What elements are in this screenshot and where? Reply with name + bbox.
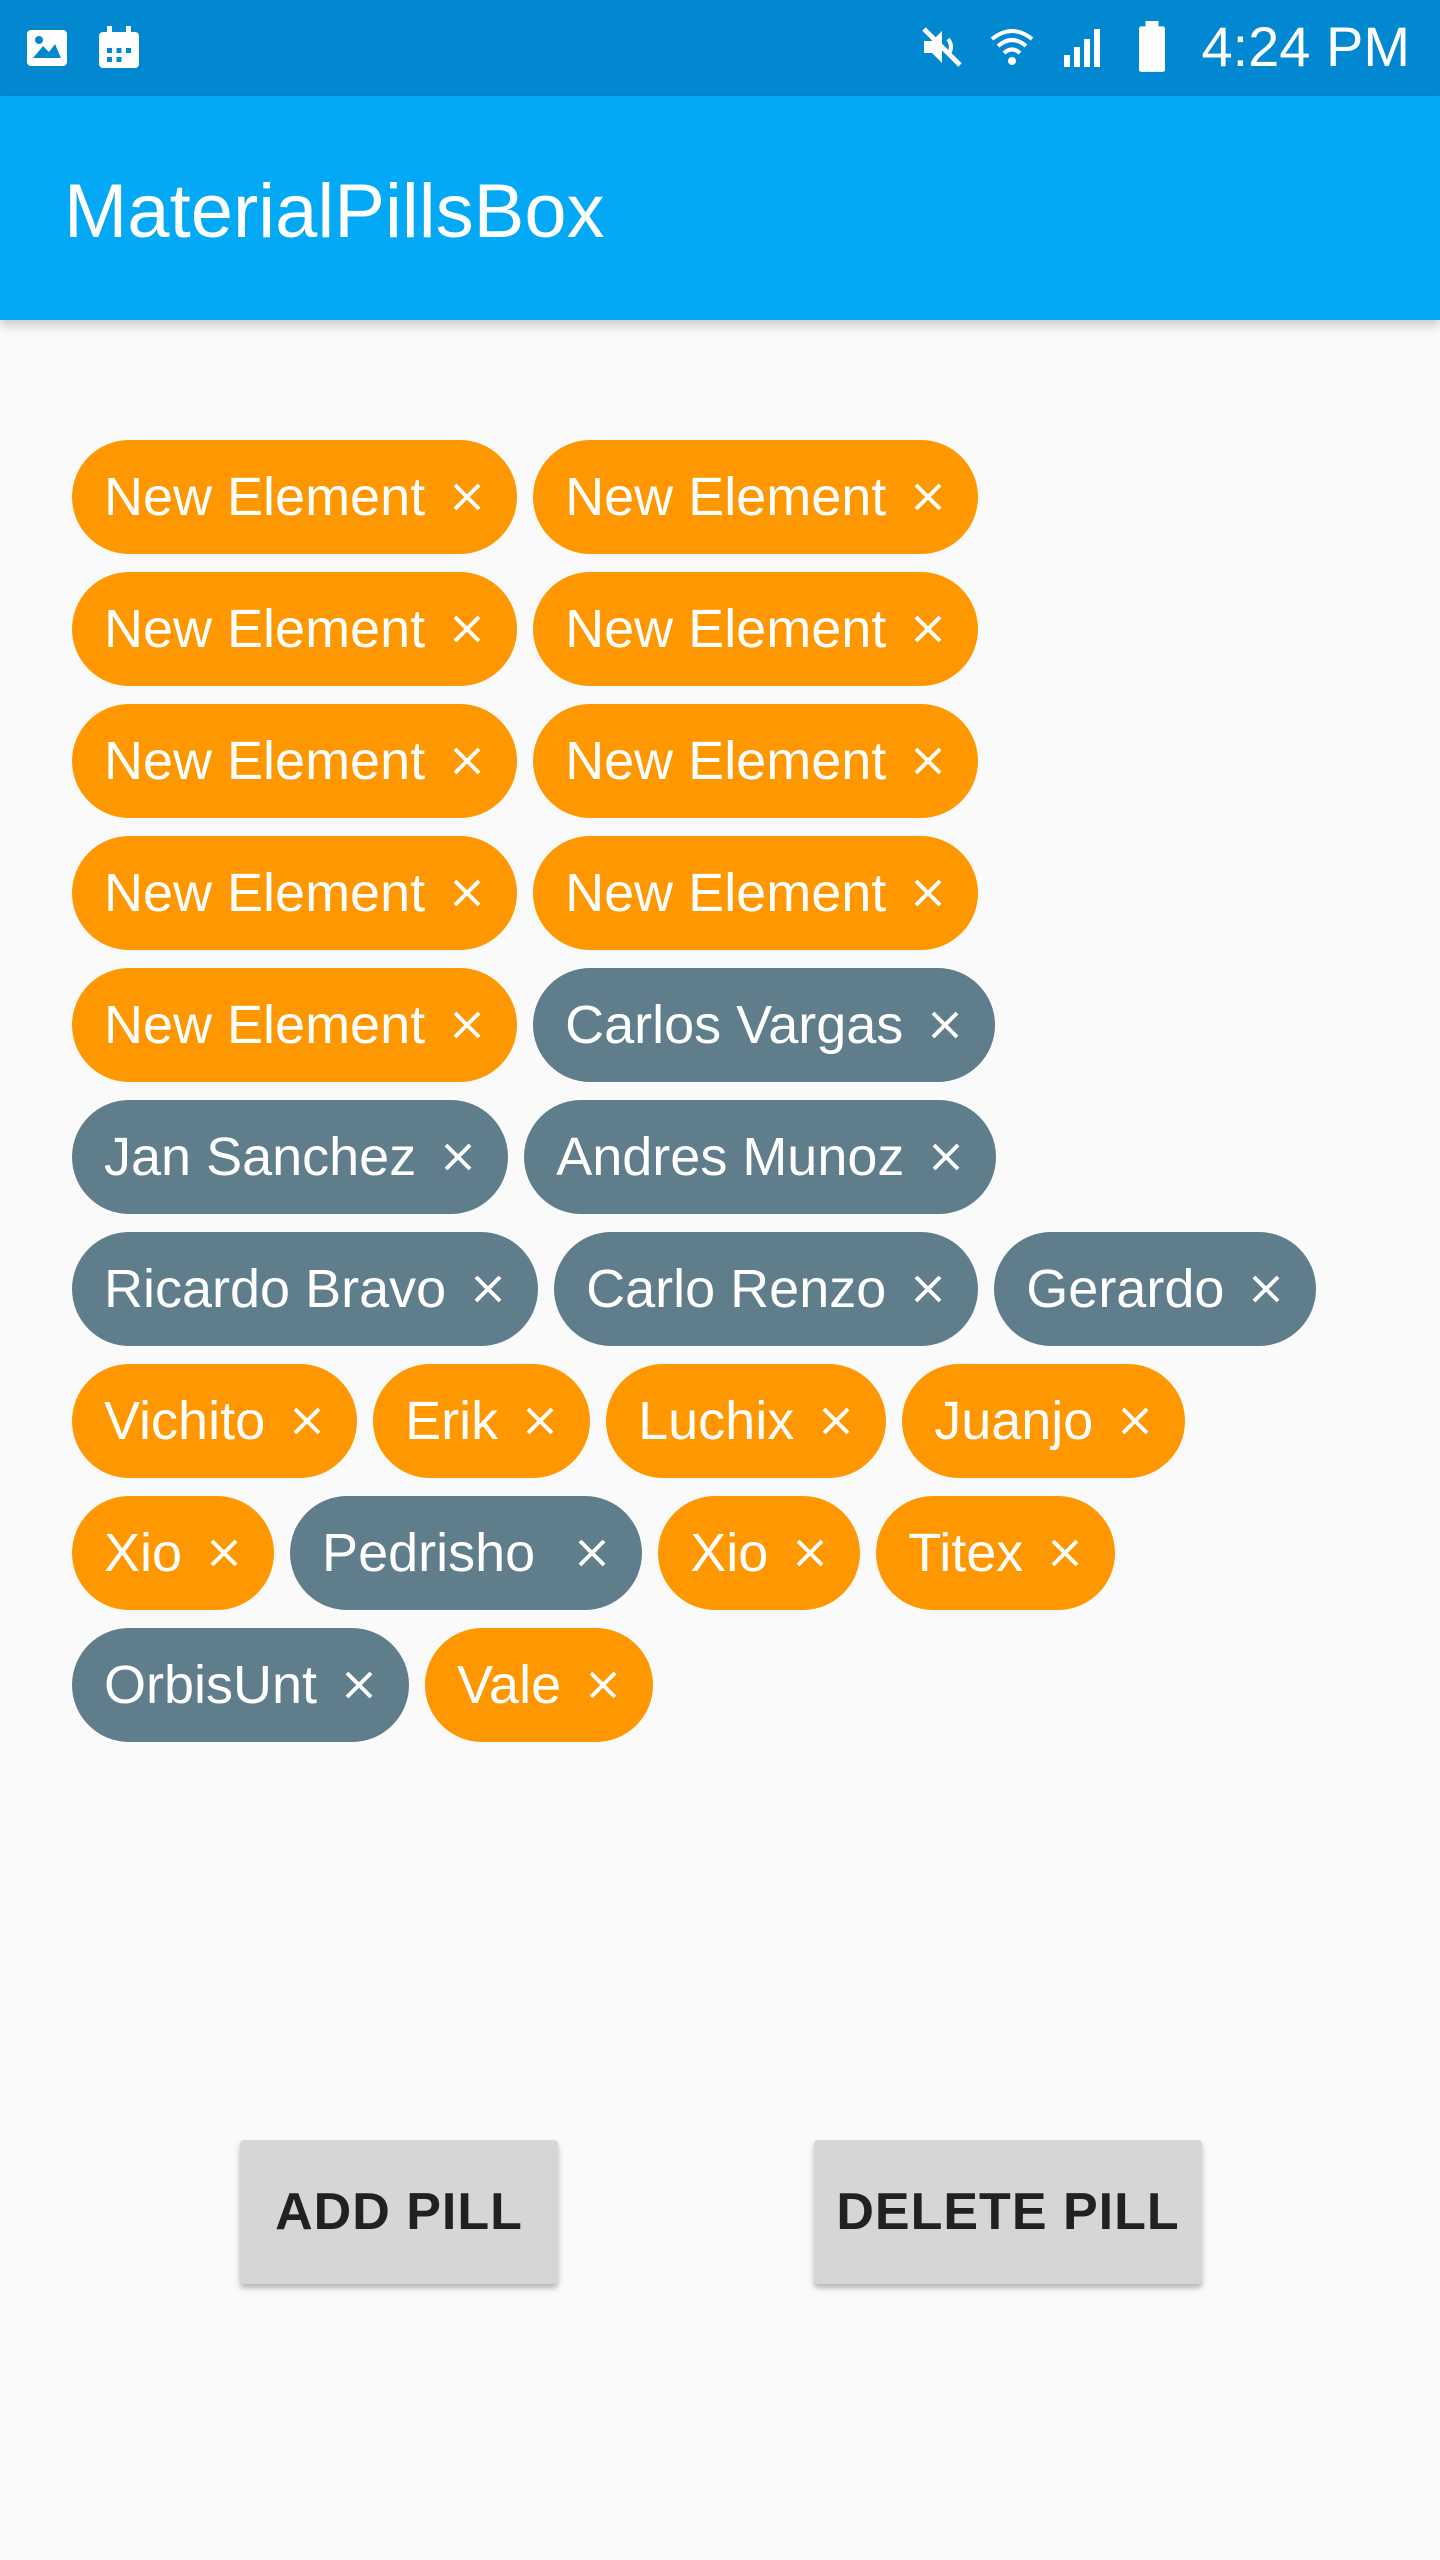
close-icon[interactable] — [449, 611, 485, 647]
screen: 4:24 PM MaterialPillsBox New Element New … — [0, 0, 1440, 2560]
close-icon[interactable] — [206, 1535, 242, 1571]
close-icon[interactable] — [522, 1403, 558, 1439]
status-bar: 4:24 PM — [0, 0, 1440, 96]
pill-label: Juanjo — [934, 1391, 1094, 1451]
pill-label: OrbisUnt — [104, 1655, 318, 1715]
pill[interactable]: New Element — [533, 836, 979, 950]
close-icon[interactable] — [289, 1403, 325, 1439]
battery-icon — [1127, 19, 1177, 75]
close-icon[interactable] — [440, 1139, 476, 1175]
pill[interactable]: Carlos Vargas — [533, 968, 996, 1082]
close-icon[interactable] — [910, 875, 946, 911]
add-pill-button[interactable]: ADD PILL — [240, 2140, 558, 2284]
close-icon[interactable] — [910, 479, 946, 515]
close-icon[interactable] — [818, 1403, 854, 1439]
close-icon[interactable] — [927, 1007, 963, 1043]
pill-label: Pedrisho — [322, 1523, 551, 1583]
pill[interactable]: Erik — [373, 1364, 591, 1478]
pill[interactable]: New Element — [72, 836, 518, 950]
wifi-icon — [987, 19, 1037, 75]
pill-label: New Element — [565, 863, 887, 923]
pill-label: Xio — [690, 1523, 769, 1583]
status-time: 4:24 PM — [1201, 15, 1410, 78]
pill-label: Vale — [457, 1655, 562, 1715]
close-icon[interactable] — [928, 1139, 964, 1175]
close-icon[interactable] — [449, 743, 485, 779]
pill-label: Carlo Renzo — [586, 1259, 887, 1319]
status-left-icons — [22, 20, 144, 76]
mute-icon — [917, 19, 967, 75]
close-icon[interactable] — [792, 1535, 828, 1571]
close-icon[interactable] — [470, 1271, 506, 1307]
close-icon[interactable] — [1248, 1271, 1284, 1307]
pills-box: New Element New Element New Element New Ele… — [72, 440, 1392, 1742]
close-icon[interactable] — [585, 1667, 621, 1703]
close-icon[interactable] — [910, 611, 946, 647]
pill-label: Xio — [104, 1523, 183, 1583]
close-icon[interactable] — [449, 1007, 485, 1043]
pill-label: New Element — [104, 995, 426, 1055]
pill[interactable]: Gerardo — [994, 1232, 1317, 1346]
pill-label: New Element — [565, 467, 887, 527]
pill-label: Erik — [405, 1391, 499, 1451]
pill[interactable]: Jan Sanchez — [72, 1100, 509, 1214]
pill-label: New Element — [565, 599, 887, 659]
pill[interactable]: Xio — [72, 1496, 275, 1610]
close-icon[interactable] — [1117, 1403, 1153, 1439]
calendar-icon — [94, 20, 144, 76]
app-bar: MaterialPillsBox — [0, 96, 1440, 320]
pill-label: New Element — [104, 467, 426, 527]
pill-label: Jan Sanchez — [104, 1127, 417, 1187]
pill[interactable]: New Element — [72, 440, 518, 554]
pill[interactable]: New Element — [72, 704, 518, 818]
pill[interactable]: Carlo Renzo — [554, 1232, 979, 1346]
pill-label: Ricardo Bravo — [104, 1259, 447, 1319]
pill[interactable]: Pedrisho — [290, 1496, 643, 1610]
pill[interactable]: New Element — [533, 440, 979, 554]
pill-label: Carlos Vargas — [565, 995, 904, 1055]
pill[interactable]: New Element — [72, 572, 518, 686]
pill-label: Vichito — [104, 1391, 266, 1451]
app-title: MaterialPillsBox — [64, 169, 605, 254]
pill-label: New Element — [104, 599, 426, 659]
close-icon[interactable] — [910, 1271, 946, 1307]
pill[interactable]: New Element — [72, 968, 518, 1082]
close-icon[interactable] — [1047, 1535, 1083, 1571]
pill[interactable]: Xio — [658, 1496, 861, 1610]
pill[interactable]: Ricardo Bravo — [72, 1232, 539, 1346]
pill-label: New Element — [565, 731, 887, 791]
image-icon — [22, 20, 72, 76]
pill[interactable]: Titex — [876, 1496, 1116, 1610]
pill[interactable]: Andres Munoz — [524, 1100, 997, 1214]
pill[interactable]: New Element — [533, 572, 979, 686]
pill-label: Luchix — [638, 1391, 795, 1451]
close-icon[interactable] — [449, 479, 485, 515]
pill-label: Andres Munoz — [556, 1127, 905, 1187]
close-icon[interactable] — [341, 1667, 377, 1703]
close-icon[interactable] — [910, 743, 946, 779]
pill[interactable]: Vale — [425, 1628, 654, 1742]
pill-label: Titex — [908, 1523, 1024, 1583]
pill[interactable]: Luchix — [606, 1364, 887, 1478]
delete-pill-button[interactable]: DELETE PILL — [814, 2140, 1202, 2284]
pill[interactable]: New Element — [533, 704, 979, 818]
signal-icon — [1057, 19, 1107, 75]
pill-label: Gerardo — [1026, 1259, 1225, 1319]
close-icon[interactable] — [574, 1535, 610, 1571]
status-right-icons: 4:24 PM — [917, 14, 1410, 79]
pill-label: New Element — [104, 731, 426, 791]
pill[interactable]: OrbisUnt — [72, 1628, 410, 1742]
pill[interactable]: Juanjo — [902, 1364, 1186, 1478]
pill[interactable]: Vichito — [72, 1364, 358, 1478]
pill-label: New Element — [104, 863, 426, 923]
close-icon[interactable] — [449, 875, 485, 911]
